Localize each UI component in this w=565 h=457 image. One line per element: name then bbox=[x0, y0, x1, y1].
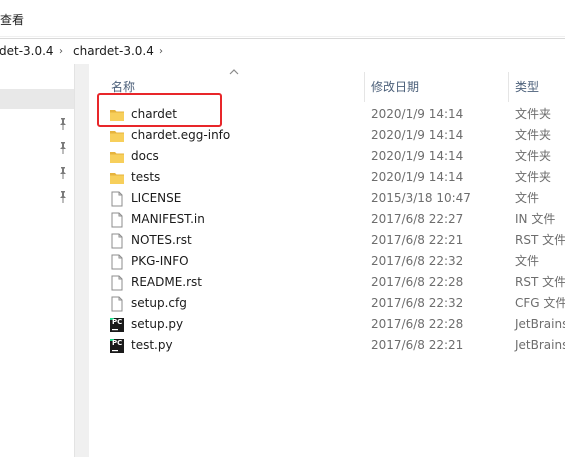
file-type: 文件夹 bbox=[515, 107, 552, 121]
file-explorer-window: 查看 det-3.0.4 › chardet-3.0.4 › 名称 修改日期 类… bbox=[0, 0, 565, 457]
file-type: JetBrains bbox=[515, 338, 565, 352]
ribbon: 查看 bbox=[0, 0, 565, 37]
pin-icon[interactable] bbox=[58, 118, 68, 130]
file-type: 文件 bbox=[515, 254, 540, 268]
file-row[interactable]: tests 2020/1/9 14:14 文件夹 bbox=[89, 167, 565, 188]
file-name: docs bbox=[131, 149, 159, 163]
pycharm-badge: PC bbox=[112, 318, 123, 326]
file-icon bbox=[109, 233, 125, 249]
pycharm-file-icon: PC bbox=[109, 338, 125, 354]
file-date-modified: 2017/6/8 22:32 bbox=[371, 254, 464, 268]
file-type: 文件夹 bbox=[515, 128, 552, 142]
pane-splitter[interactable] bbox=[74, 64, 89, 457]
pin-icon[interactable] bbox=[58, 191, 68, 203]
breadcrumb-separator-icon[interactable]: › bbox=[59, 44, 63, 59]
file-list: chardet 2020/1/9 14:14 文件夹 chardet.egg-info… bbox=[89, 104, 565, 457]
file-date-modified: 2017/6/8 22:21 bbox=[371, 233, 464, 247]
file-type: 文件 bbox=[515, 191, 540, 205]
file-type: JetBrains bbox=[515, 317, 565, 331]
file-row[interactable]: README.rst 2017/6/8 22:28 RST 文件 bbox=[89, 272, 565, 293]
folder-icon bbox=[109, 107, 125, 123]
file-name: MANIFEST.in bbox=[131, 212, 205, 226]
file-date-modified: 2017/6/8 22:28 bbox=[371, 317, 464, 331]
file-type: 文件夹 bbox=[515, 170, 552, 184]
file-date-modified: 2020/1/9 14:14 bbox=[371, 170, 464, 184]
pycharm-file-icon: PC bbox=[109, 317, 125, 333]
file-date-modified: 2020/1/9 14:14 bbox=[371, 128, 464, 142]
file-name: NOTES.rst bbox=[131, 233, 192, 247]
breadcrumb-separator-icon[interactable]: › bbox=[159, 44, 163, 59]
file-row[interactable]: PKG-INFO 2017/6/8 22:32 文件 bbox=[89, 251, 565, 272]
folder-icon bbox=[109, 149, 125, 165]
file-row[interactable]: MANIFEST.in 2017/6/8 22:27 IN 文件 bbox=[89, 209, 565, 230]
breadcrumb-current[interactable]: chardet-3.0.4 bbox=[73, 44, 154, 59]
file-date-modified: 2017/6/8 22:27 bbox=[371, 212, 464, 226]
file-name: LICENSE bbox=[131, 191, 182, 205]
column-name[interactable]: 名称 bbox=[111, 79, 135, 95]
file-type: RST 文件 bbox=[515, 275, 565, 289]
file-name: chardet.egg-info bbox=[131, 128, 231, 142]
file-row[interactable]: chardet 2020/1/9 14:14 文件夹 bbox=[89, 104, 565, 125]
column-date-modified[interactable]: 修改日期 bbox=[371, 79, 419, 95]
file-icon bbox=[109, 275, 125, 291]
address-bar[interactable]: det-3.0.4 › chardet-3.0.4 › bbox=[0, 38, 565, 65]
ribbon-tab-view[interactable]: 查看 bbox=[0, 12, 24, 28]
folder-icon bbox=[109, 128, 125, 144]
file-type: RST 文件 bbox=[515, 233, 565, 247]
file-row[interactable]: NOTES.rst 2017/6/8 22:21 RST 文件 bbox=[89, 230, 565, 251]
file-type: IN 文件 bbox=[515, 212, 556, 226]
nav-item-selected[interactable] bbox=[0, 89, 74, 109]
file-icon bbox=[109, 296, 125, 312]
file-date-modified: 2017/6/8 22:32 bbox=[371, 296, 464, 310]
navigation-pane bbox=[0, 64, 74, 457]
file-date-modified: 2017/6/8 22:28 bbox=[371, 275, 464, 289]
file-row[interactable]: PC test.py 2017/6/8 22:21 JetBrains bbox=[89, 335, 565, 356]
file-icon bbox=[109, 212, 125, 228]
file-row[interactable]: docs 2020/1/9 14:14 文件夹 bbox=[89, 146, 565, 167]
file-date-modified: 2020/1/9 14:14 bbox=[371, 107, 464, 121]
file-row[interactable]: LICENSE 2015/3/18 10:47 文件 bbox=[89, 188, 565, 209]
pycharm-badge: PC bbox=[112, 339, 123, 347]
column-divider[interactable] bbox=[364, 72, 365, 102]
file-name: tests bbox=[131, 170, 161, 184]
file-name: PKG-INFO bbox=[131, 254, 189, 268]
file-icon bbox=[109, 191, 125, 207]
file-date-modified: 2015/3/18 10:47 bbox=[371, 191, 471, 205]
pin-icon[interactable] bbox=[58, 167, 68, 179]
file-name: setup.cfg bbox=[131, 296, 187, 310]
folder-icon bbox=[109, 170, 125, 186]
column-divider[interactable] bbox=[508, 72, 509, 102]
file-name: setup.py bbox=[131, 317, 184, 331]
file-name: test.py bbox=[131, 338, 173, 352]
pin-icon[interactable] bbox=[58, 142, 68, 154]
file-icon bbox=[109, 254, 125, 270]
file-row[interactable]: setup.cfg 2017/6/8 22:32 CFG 文件 bbox=[89, 293, 565, 314]
file-row[interactable]: chardet.egg-info 2020/1/9 14:14 文件夹 bbox=[89, 125, 565, 146]
breadcrumb-parent[interactable]: det-3.0.4 bbox=[0, 44, 54, 59]
file-type: CFG 文件 bbox=[515, 296, 565, 310]
column-header: 名称 修改日期 类型 bbox=[89, 64, 565, 102]
column-type[interactable]: 类型 bbox=[515, 79, 539, 95]
file-date-modified: 2017/6/8 22:21 bbox=[371, 338, 464, 352]
file-row[interactable]: PC setup.py 2017/6/8 22:28 JetBrains bbox=[89, 314, 565, 335]
file-name: README.rst bbox=[131, 275, 203, 289]
file-name: chardet bbox=[131, 107, 177, 121]
file-date-modified: 2020/1/9 14:14 bbox=[371, 149, 464, 163]
sort-ascending-icon bbox=[229, 69, 239, 75]
file-type: 文件夹 bbox=[515, 149, 552, 163]
